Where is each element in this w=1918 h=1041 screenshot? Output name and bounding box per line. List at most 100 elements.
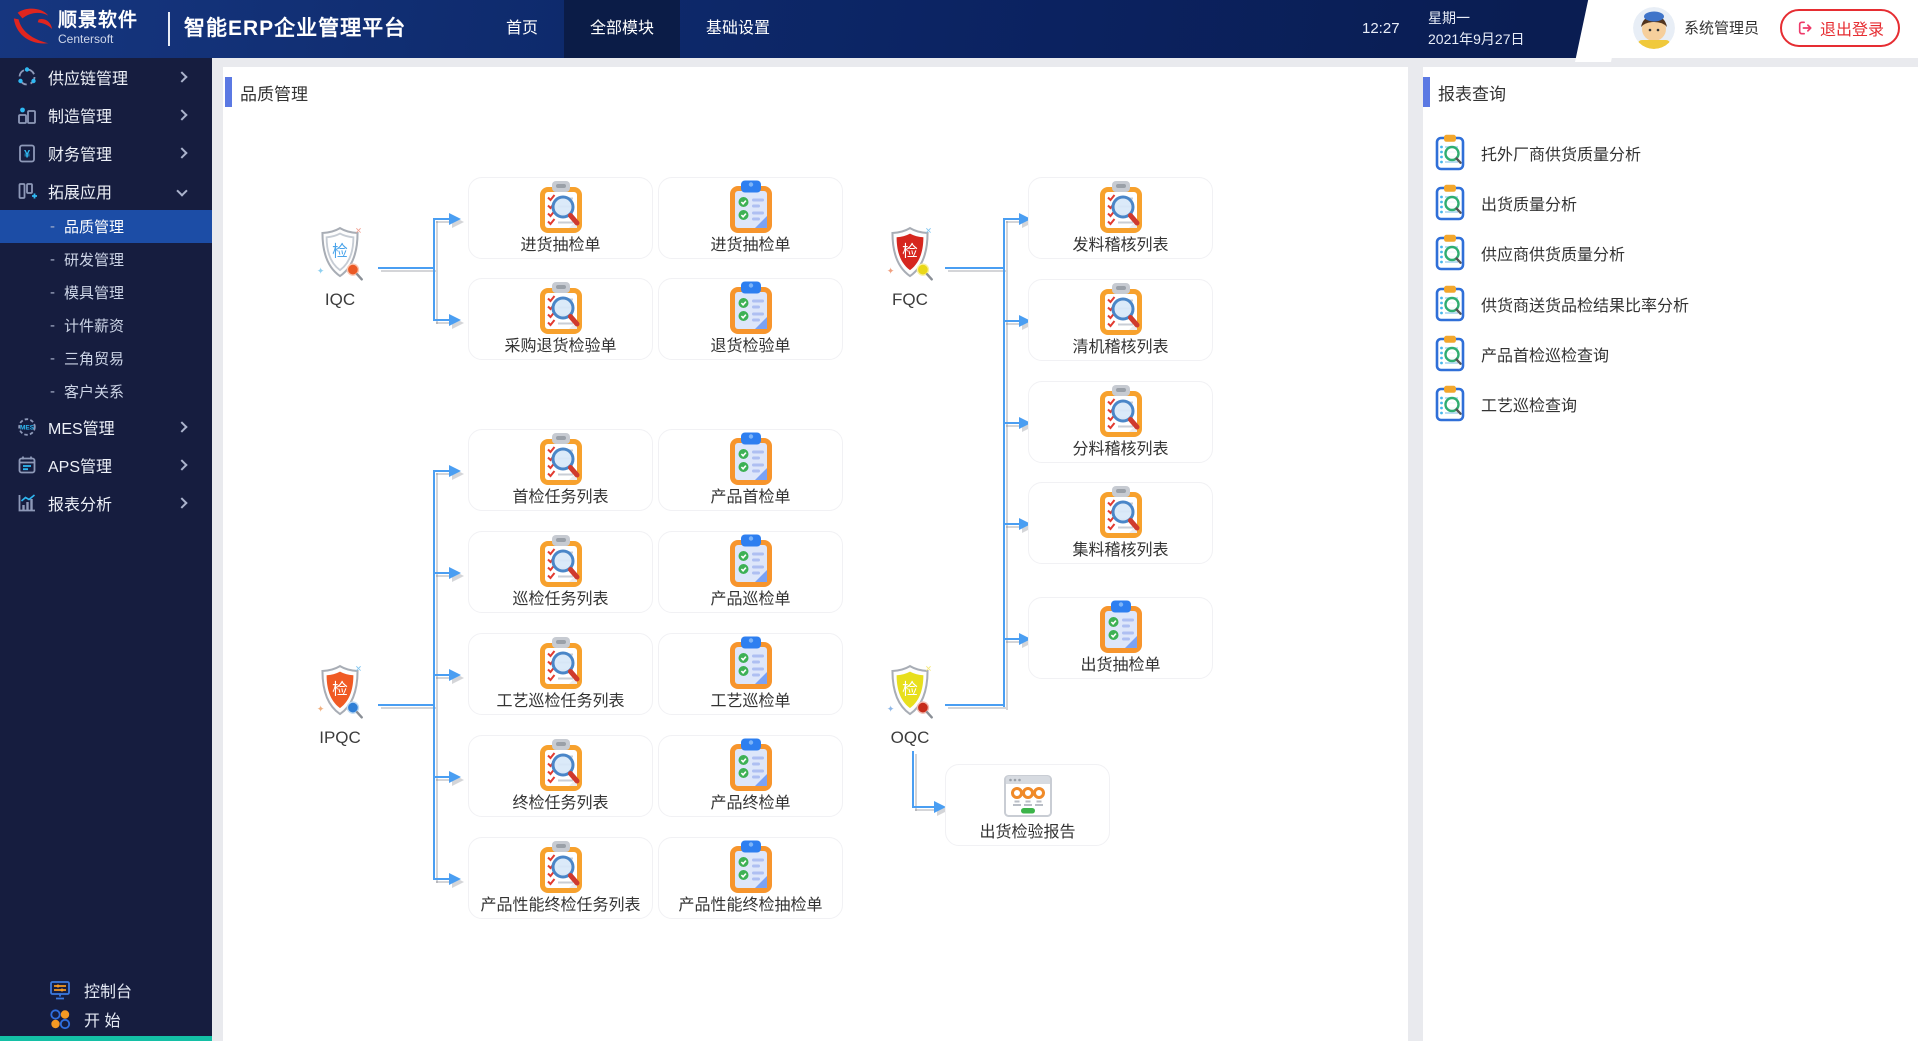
report-item-label: 供货商送货品检结果比率分析 bbox=[1481, 298, 1690, 315]
console-button[interactable]: 控制台 bbox=[0, 975, 212, 1004]
sidebar-item-label: 报表分析 bbox=[48, 497, 113, 514]
flow-node-performance-final-sampling-form[interactable]: 产品性能终检抽检单 bbox=[658, 837, 843, 919]
sidebar-item-supply-chain[interactable]: 供应链管理 bbox=[0, 58, 212, 96]
connector-line bbox=[378, 267, 433, 269]
centersoft-logo-icon bbox=[13, 8, 53, 44]
sidebar-item-label: 制造管理 bbox=[48, 109, 113, 126]
sidebar-item-report-analysis[interactable]: 报表分析 bbox=[0, 484, 212, 522]
clipboard-magnifier-icon bbox=[1093, 282, 1149, 338]
connector-line bbox=[945, 704, 1003, 706]
panel-title-text: 品质管理 bbox=[240, 84, 308, 104]
flow-node-label: 首检任务列表 bbox=[512, 489, 609, 506]
top-bar: 顺景软件 Centersoft 智能ERP企业管理平台 首页 全部模块 基础设置… bbox=[0, 0, 1918, 58]
sidebar-subitem-label: 计件薪资 bbox=[64, 318, 125, 335]
chevron-right-icon bbox=[176, 71, 188, 83]
sidebar-subitem-piecework[interactable]: - 计件薪资 bbox=[0, 309, 212, 342]
flow-node-purchase-return-inspection[interactable]: 采购退货检验单 bbox=[468, 278, 653, 360]
connector-line bbox=[378, 704, 433, 706]
top-nav: 首页 全部模块 基础设置 bbox=[480, 0, 796, 58]
flow-node-label: 巡检任务列表 bbox=[512, 591, 609, 608]
sidebar-subitem-triangle-trade[interactable]: - 三角贸易 bbox=[0, 342, 212, 375]
group-label: IQC bbox=[324, 290, 356, 309]
shield-check-yellow-icon bbox=[886, 663, 934, 719]
sidebar-item-manufacturing[interactable]: 制造管理 bbox=[0, 96, 212, 134]
flow-node-machine-clear-audit-list[interactable]: 清机稽核列表 bbox=[1028, 279, 1213, 361]
report-item-outsource-quality[interactable]: 托外厂商供货质量分析 bbox=[1431, 133, 1912, 173]
date: 2021年9月27日 bbox=[1428, 31, 1525, 47]
group-fqc: FQC bbox=[880, 225, 940, 310]
flow-node-material-split-audit-list[interactable]: 分料稽核列表 bbox=[1028, 381, 1213, 463]
arrow-right-icon bbox=[449, 465, 461, 477]
weekday: 星期一 bbox=[1428, 10, 1470, 26]
mes-gear-icon bbox=[16, 416, 38, 438]
flow-node-label: 工艺巡检任务列表 bbox=[496, 693, 625, 710]
start-button[interactable]: 开 始 bbox=[0, 1004, 212, 1033]
flow-node-label: 进货抽检单 bbox=[710, 237, 791, 254]
sidebar-item-finance[interactable]: 财务管理 bbox=[0, 134, 212, 172]
title-accent-bar bbox=[225, 77, 232, 107]
console-label: 控制台 bbox=[84, 983, 133, 1001]
group-ipqc: IPQC bbox=[310, 663, 370, 748]
clipboard-magnifier-icon bbox=[533, 180, 589, 236]
dash-prefix: - bbox=[50, 383, 55, 400]
flow-node-final-inspection-tasks[interactable]: 终检任务列表 bbox=[468, 735, 653, 817]
clipboard-search-blue-icon bbox=[1431, 234, 1469, 272]
flow-node-label: 出货抽检单 bbox=[1080, 657, 1161, 674]
sidebar-subitem-quality[interactable]: - 品质管理 bbox=[0, 210, 212, 243]
flow-node-incoming-sampling-form[interactable]: 进货抽检单 bbox=[658, 177, 843, 259]
flow-node-material-collect-audit-list[interactable]: 集料稽核列表 bbox=[1028, 482, 1213, 564]
connector-line bbox=[433, 776, 449, 778]
clipboard-checklist-icon bbox=[723, 534, 779, 590]
flow-node-return-inspection-form[interactable]: 退货检验单 bbox=[658, 278, 843, 360]
flow-node-product-first-inspection-form[interactable]: 产品首检单 bbox=[658, 429, 843, 511]
dash-prefix: - bbox=[50, 218, 55, 235]
clipboard-magnifier-icon bbox=[533, 281, 589, 337]
avatar[interactable] bbox=[1633, 7, 1675, 49]
flow-node-label: 集料稽核列表 bbox=[1072, 542, 1169, 559]
clipboard-magnifier-icon bbox=[533, 534, 589, 590]
chevron-right-icon bbox=[176, 497, 188, 509]
shield-check-orange-icon bbox=[316, 663, 364, 719]
flow-node-product-patrol-form[interactable]: 产品巡检单 bbox=[658, 531, 843, 613]
sidebar-bottom-bar bbox=[0, 1036, 212, 1041]
report-item-delivery-inspection-ratio[interactable]: 供货商送货品检结果比率分析 bbox=[1431, 284, 1912, 324]
sidebar-item-mes[interactable]: MES管理 bbox=[0, 408, 212, 446]
sidebar-item-extended-apps[interactable]: 拓展应用 bbox=[0, 172, 212, 210]
flow-node-performance-final-tasks[interactable]: 产品性能终检任务列表 bbox=[468, 837, 653, 919]
clipboard-magnifier-icon bbox=[533, 738, 589, 794]
report-item-supplier-quality[interactable]: 供应商供货质量分析 bbox=[1431, 233, 1912, 273]
flow-node-process-patrol-form[interactable]: 工艺巡检单 bbox=[658, 633, 843, 715]
sidebar-subitem-rnd[interactable]: - 研发管理 bbox=[0, 243, 212, 276]
connector-line bbox=[1003, 638, 1019, 640]
yuan-document-icon bbox=[16, 142, 38, 164]
sidebar-item-aps[interactable]: APS管理 bbox=[0, 446, 212, 484]
clipboard-checklist-icon bbox=[723, 738, 779, 794]
sidebar-subitem-customer[interactable]: - 客户关系 bbox=[0, 375, 212, 408]
flow-node-product-final-form[interactable]: 产品终检单 bbox=[658, 735, 843, 817]
nav-all-modules[interactable]: 全部模块 bbox=[564, 0, 681, 58]
clock-time: 12:27 bbox=[1362, 20, 1400, 37]
flow-node-shipment-inspection-report[interactable]: 出货检验报告 bbox=[945, 764, 1110, 846]
flow-node-incoming-sampling-task[interactable]: 进货抽检单 bbox=[468, 177, 653, 259]
sidebar: 供应链管理 制造管理 财务管理 拓展应用 - 品质管理 - 研发管理 - 模具管… bbox=[0, 58, 212, 1041]
logout-button[interactable]: 退出登录 bbox=[1780, 9, 1900, 47]
arrow-right-icon bbox=[449, 669, 461, 681]
flow-node-shipment-sampling-form[interactable]: 出货抽检单 bbox=[1028, 597, 1213, 679]
report-item-shipment-quality[interactable]: 出货质量分析 bbox=[1431, 183, 1912, 223]
sidebar-subitem-mold[interactable]: - 模具管理 bbox=[0, 276, 212, 309]
connector-line bbox=[433, 470, 449, 472]
group-label: IPQC bbox=[319, 728, 361, 747]
flow-node-process-patrol-tasks[interactable]: 工艺巡检任务列表 bbox=[468, 633, 653, 715]
nav-home[interactable]: 首页 bbox=[480, 0, 564, 58]
flow-node-material-issue-audit-list[interactable]: 发料稽核列表 bbox=[1028, 177, 1213, 259]
connector-line bbox=[433, 218, 435, 321]
report-item-process-patrol-query[interactable]: 工艺巡检查询 bbox=[1431, 384, 1912, 424]
clipboard-magnifier-icon bbox=[533, 840, 589, 896]
flow-node-patrol-inspection-tasks[interactable]: 巡检任务列表 bbox=[468, 531, 653, 613]
flow-node-label: 分料稽核列表 bbox=[1072, 441, 1169, 458]
arrow-right-icon bbox=[449, 873, 461, 885]
report-item-first-patrol-query[interactable]: 产品首检巡检查询 bbox=[1431, 334, 1912, 374]
nav-basic-settings[interactable]: 基础设置 bbox=[680, 0, 796, 58]
flow-node-first-inspection-tasks[interactable]: 首检任务列表 bbox=[468, 429, 653, 511]
connector-line bbox=[433, 218, 449, 220]
